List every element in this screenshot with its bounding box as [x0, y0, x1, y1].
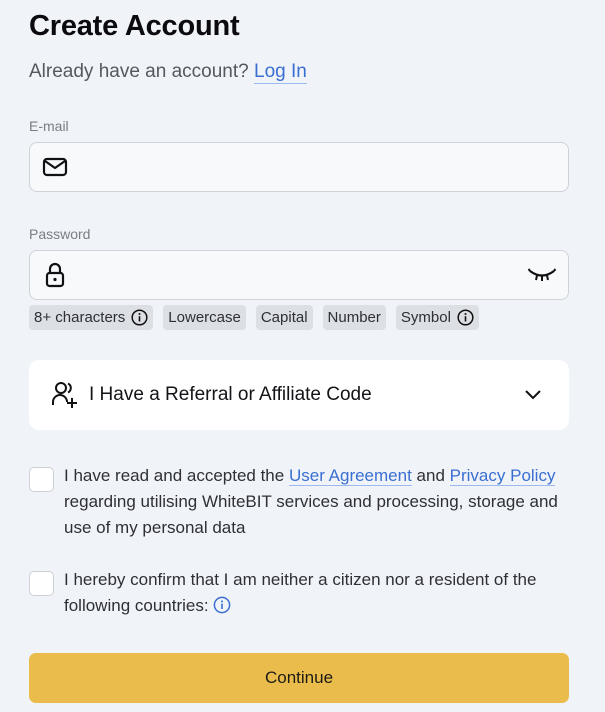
chevron-down-icon [521, 383, 545, 407]
info-icon[interactable] [457, 309, 474, 326]
residency-text: I hereby confirm that I am neither a cit… [64, 567, 574, 619]
info-icon[interactable] [131, 309, 148, 326]
mail-icon [42, 154, 68, 180]
password-requirements: 8+ characters Lowercase Capital Number S… [29, 305, 479, 330]
create-account-page: Create Account Already have an account? … [0, 0, 605, 712]
add-user-icon [50, 380, 80, 410]
privacy-policy-link[interactable]: Privacy Policy [449, 466, 556, 486]
requirement-label: 8+ characters [34, 309, 126, 326]
referral-code-toggle[interactable]: I Have a Referral or Affiliate Code [29, 360, 569, 430]
requirement-lowercase: Lowercase [163, 305, 246, 330]
email-label: E-mail [29, 118, 69, 134]
terms-text-after: regarding utilising WhiteBIT services an… [64, 492, 558, 537]
login-prompt-text: Already have an account? [29, 61, 249, 82]
terms-text-middle: and [416, 466, 445, 485]
residency-confirmation-row: I hereby confirm that I am neither a cit… [29, 567, 574, 619]
terms-text-before: I have read and accepted the [64, 466, 285, 485]
requirement-label: Capital [260, 309, 308, 326]
referral-label: I Have a Referral or Affiliate Code [89, 384, 372, 405]
requirement-label: Symbol [400, 309, 451, 326]
password-input[interactable] [68, 251, 527, 299]
lock-icon [42, 262, 68, 288]
requirement-length: 8+ characters [29, 305, 154, 330]
login-link[interactable]: Log In [254, 61, 307, 84]
requirement-number: Number [322, 305, 386, 330]
residency-text-content: I hereby confirm that I am neither a cit… [64, 570, 537, 615]
requirement-symbol: Symbol [395, 305, 479, 330]
info-icon[interactable] [213, 596, 231, 614]
password-label: Password [29, 226, 91, 242]
user-agreement-link[interactable]: User Agreement [288, 466, 412, 486]
password-field-wrapper [29, 250, 569, 300]
eye-closed-icon[interactable] [527, 262, 557, 288]
requirement-capital: Capital [255, 305, 313, 330]
continue-button[interactable]: Continue [29, 653, 569, 703]
page-title: Create Account [29, 10, 240, 42]
login-prompt: Already have an account? Log In [29, 61, 307, 84]
email-field-wrapper [29, 142, 569, 192]
terms-checkbox[interactable] [29, 467, 54, 492]
email-input[interactable] [68, 143, 568, 191]
requirement-label: Lowercase [168, 309, 241, 326]
residency-checkbox[interactable] [29, 571, 54, 596]
terms-agreement-row: I have read and accepted the User Agreem… [29, 463, 574, 541]
terms-text: I have read and accepted the User Agreem… [64, 463, 574, 541]
requirement-label: Number [327, 309, 381, 326]
